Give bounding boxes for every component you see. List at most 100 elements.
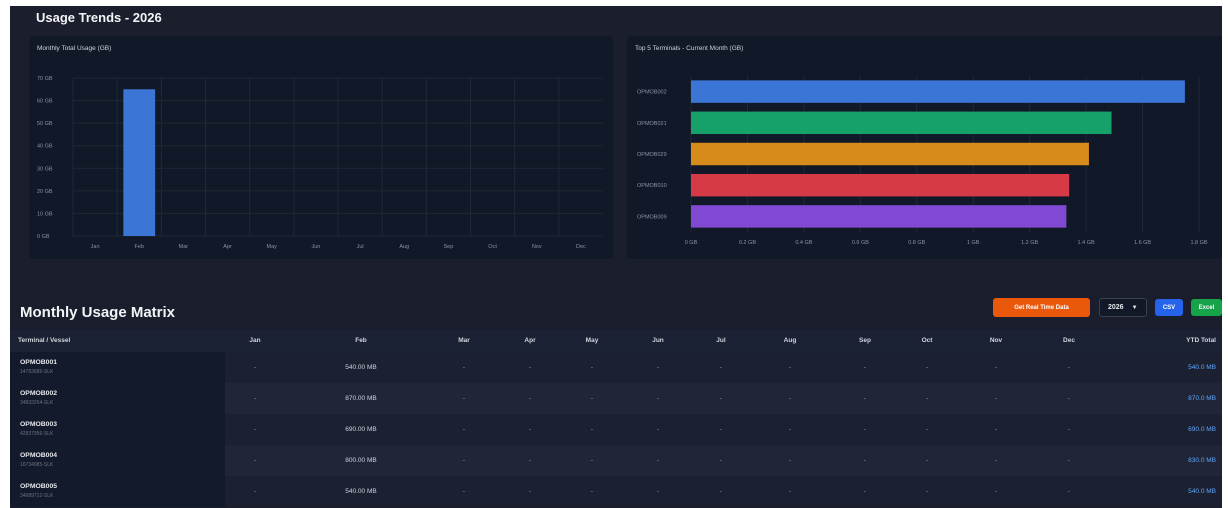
column-header-dec[interactable]: Dec	[1063, 337, 1075, 344]
usage-cell-may: -	[590, 364, 594, 371]
column-header-mar[interactable]: Mar	[458, 337, 470, 344]
x-tick-label: 0.2 GB	[739, 240, 756, 246]
ytd-total-cell: 830.0 MB	[1188, 457, 1216, 464]
export-excel-button[interactable]: Excel	[1191, 299, 1222, 316]
y-tick-label: 40 GB	[37, 144, 53, 150]
usage-cell-feb: 540.00 MB	[345, 364, 377, 371]
usage-cell-nov: -	[994, 488, 998, 495]
column-header-sep[interactable]: Sep	[859, 337, 871, 344]
terminal-cell: OPMOB004 16734985-SLK	[10, 445, 225, 476]
terminal-name: OPMOB002	[20, 390, 58, 397]
terminal-cell: OPMOB003 42837956-SLK	[10, 414, 225, 445]
terminal-name: OPMOB004	[20, 452, 58, 459]
usage-trends-title: Usage Trends - 2026	[36, 10, 162, 25]
usage-cell-sep: -	[863, 395, 867, 402]
column-header-apr[interactable]: Apr	[524, 337, 535, 344]
usage-cell-jul: -	[719, 488, 723, 495]
column-header-jun[interactable]: Jun	[652, 337, 664, 344]
usage-cell-mar: -	[462, 457, 466, 464]
usage-cell-jun: -	[656, 488, 660, 495]
y-tick-label: OPMOB021	[637, 121, 667, 127]
usage-cell-may: -	[590, 488, 594, 495]
usage-cell-dec: -	[1067, 488, 1071, 495]
y-tick-label: 60 GB	[37, 99, 53, 105]
usage-cell-feb: 800.00 MB	[345, 457, 377, 464]
bar-opmob009[interactable]	[691, 205, 1067, 228]
bar-opmob010[interactable]	[691, 173, 1070, 197]
usage-cell-oct: -	[925, 457, 929, 464]
year-select[interactable]: 2026 ▼	[1099, 298, 1147, 317]
usage-cell-dec: -	[1067, 426, 1071, 433]
table-row[interactable]: OPMOB003 42837956-SLK - 690.00 MB - - - - - - - - - -…	[10, 414, 1222, 445]
x-tick-label: 0.4 GB	[795, 240, 812, 246]
usage-dashboard: Usage Trends - 2026 Monthly Total Usage …	[10, 6, 1222, 508]
usage-cell-sep: -	[863, 426, 867, 433]
usage-cell-apr: -	[528, 364, 532, 371]
bar-opmob002[interactable]	[691, 80, 1185, 103]
y-tick-label: 30 GB	[37, 166, 53, 172]
monthly-usage-chart-panel: Monthly Total Usage (GB) 0 GB 10 GB 20 GB 3…	[29, 36, 613, 259]
export-csv-button[interactable]: CSV	[1155, 299, 1183, 316]
column-header-oct[interactable]: Oct	[922, 337, 933, 344]
usage-cell-jan: -	[253, 364, 257, 371]
table-row[interactable]: OPMOB001 14783685-SLK - 540.00 MB - - - - - - - - - -…	[10, 352, 1222, 383]
usage-cell-may: -	[590, 457, 594, 464]
usage-cell-jan: -	[253, 426, 257, 433]
usage-cell-oct: -	[925, 426, 929, 433]
vessel-id: 42837956-SLK	[20, 431, 54, 437]
column-header-feb[interactable]: Feb	[355, 337, 367, 344]
bar-opmob021[interactable]	[691, 111, 1112, 135]
usage-cell-mar: -	[462, 364, 466, 371]
usage-cell-jul: -	[719, 395, 723, 402]
terminal-name: OPMOB001	[20, 359, 58, 366]
usage-cell-jan: -	[253, 395, 257, 402]
x-tick-label: Feb	[135, 244, 144, 250]
column-header-aug[interactable]: Aug	[784, 337, 797, 344]
vessel-id: 34689712-SLK	[20, 493, 54, 499]
usage-trends-section: Usage Trends - 2026 Monthly Total Usage …	[10, 6, 1222, 274]
usage-cell-apr: -	[528, 395, 532, 402]
y-tick-label: 10 GB	[37, 211, 53, 217]
ytd-total-cell: 540.0 MB	[1188, 488, 1216, 495]
bar-opmob029[interactable]	[691, 142, 1089, 166]
table-row[interactable]: OPMOB002 34833264-SLK - 870.00 MB - - - - - - - - - -…	[10, 383, 1222, 414]
x-tick-label: Jan	[91, 244, 100, 250]
x-tick-label: Sep	[444, 244, 454, 250]
x-tick-label: Aug	[399, 244, 409, 250]
usage-cell-nov: -	[994, 395, 998, 402]
table-row[interactable]: OPMOB004 16734985-SLK - 800.00 MB - - - - - - - - - -…	[10, 445, 1222, 476]
usage-cell-jun: -	[656, 426, 660, 433]
vessel-id: 16734985-SLK	[20, 462, 54, 468]
column-header-ytd-total[interactable]: YTD Total	[1186, 337, 1216, 344]
usage-cell-mar: -	[462, 395, 466, 402]
usage-cell-dec: -	[1067, 457, 1071, 464]
usage-cell-apr: -	[528, 457, 532, 464]
column-header-jul[interactable]: Jul	[716, 337, 725, 344]
x-tick-label: May	[267, 244, 278, 250]
top-terminals-chart: 0 GB 0.2 GB 0.4 GB 0.6 GB 0.8 GB 1 GB 1.2 GB 1.…	[637, 76, 1208, 246]
column-header-nov[interactable]: Nov	[990, 337, 1002, 344]
x-tick-label: 0 GB	[685, 240, 698, 246]
usage-cell-apr: -	[528, 426, 532, 433]
terminal-name: OPMOB005	[20, 483, 58, 490]
monthly-usage-chart: 0 GB 10 GB 20 GB 30 GB 40 GB 50 GB 60 GB 70 GB J…	[37, 76, 603, 250]
column-header-may[interactable]: May	[586, 337, 599, 344]
usage-cell-sep: -	[863, 457, 867, 464]
x-tick-label: Dec	[576, 244, 586, 250]
x-tick-label: 0.8 GB	[908, 240, 925, 246]
get-real-time-data-button[interactable]: Get Real Time Data	[993, 298, 1090, 317]
y-tick-label: OPMOB002	[637, 90, 667, 96]
table-row[interactable]: OPMOB005 34689712-SLK - 540.00 MB - - - - - - - - - -…	[10, 476, 1222, 507]
column-header-jan[interactable]: Jan	[249, 337, 260, 344]
usage-cell-sep: -	[863, 488, 867, 495]
usage-cell-jun: -	[656, 457, 660, 464]
usage-cell-aug: -	[788, 488, 792, 495]
x-tick-label: Jun	[311, 244, 320, 250]
usage-cell-sep: -	[863, 364, 867, 371]
matrix-table-header: Terminal / Vessel Jan Feb Mar Apr May Jun Jul Au…	[10, 330, 1222, 352]
usage-cell-dec: -	[1067, 364, 1071, 371]
ytd-total-cell: 690.0 MB	[1188, 426, 1216, 433]
bar-feb[interactable]	[123, 89, 156, 237]
x-tick-label: 1 GB	[967, 240, 980, 246]
terminal-cell: OPMOB005 34689712-SLK	[10, 476, 225, 507]
